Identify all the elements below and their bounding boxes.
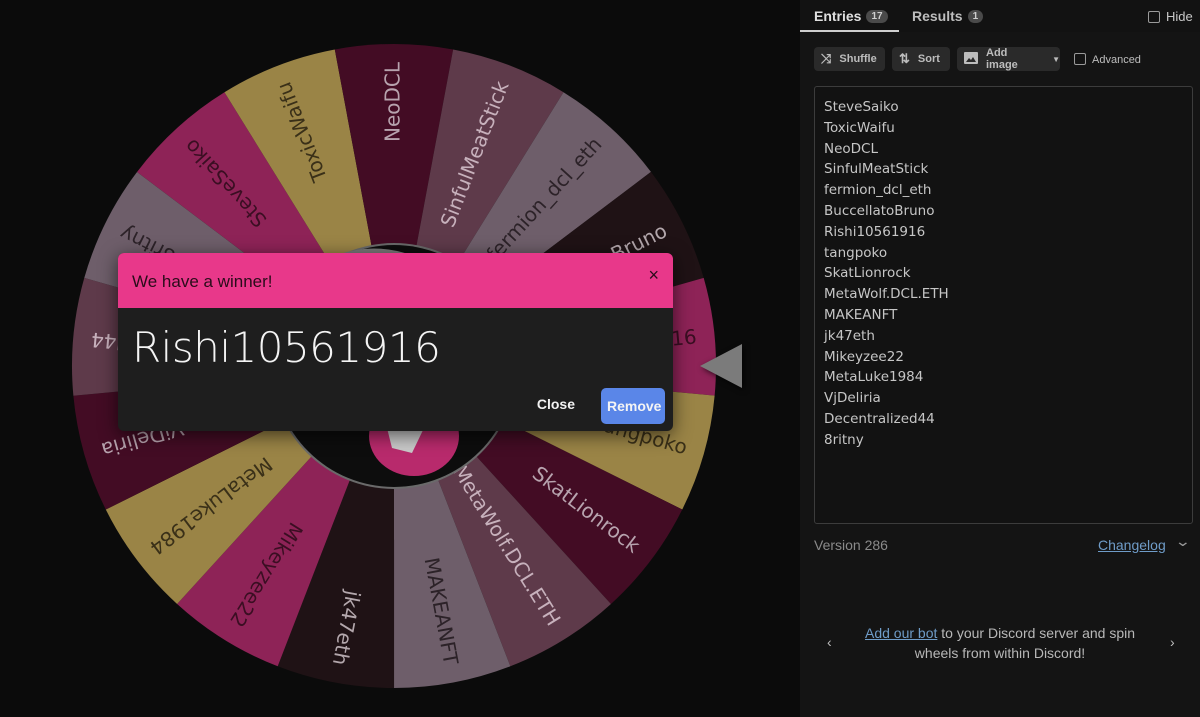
version-label: Version 286 xyxy=(814,537,888,553)
entry-item: Decentralized44 xyxy=(824,410,935,427)
entry-item: NeoDCL xyxy=(824,140,879,157)
chevron-down-icon[interactable]: ⌄ xyxy=(1175,533,1191,550)
shuffle-icon: ⤨ xyxy=(821,51,832,66)
entry-item: Mikeyzee22 xyxy=(824,348,904,365)
entry-item: SkatLionrock xyxy=(824,265,911,282)
checkbox-icon xyxy=(1148,11,1160,23)
entry-item: SinfulMeatStick xyxy=(824,161,929,178)
entry-item: Rishi10561916 xyxy=(824,223,926,240)
tab-entries-label: Entries xyxy=(814,8,862,24)
entry-item: fermion_dcl_eth xyxy=(824,182,932,199)
entries-list: SteveSaiko ToxicWaifu NeoDCL SinfulMeatStic… xyxy=(815,87,1192,451)
entries-count-badge: 17 xyxy=(866,10,888,23)
entry-item: MAKEANFT xyxy=(824,306,898,323)
tab-entries[interactable]: Entries 17 xyxy=(814,8,888,24)
dropdown-caret-icon[interactable]: ▼ xyxy=(1052,55,1060,64)
discord-promo: Add our bot to your Discord server and s… xyxy=(860,623,1140,663)
entries-textarea[interactable]: SteveSaiko ToxicWaifu NeoDCL SinfulMeatStic… xyxy=(814,86,1193,524)
dialog-title: We have a winner! xyxy=(132,272,273,291)
add-image-button[interactable]: Add image ▼ xyxy=(957,47,1060,71)
entry-item: SteveSaiko xyxy=(824,99,899,115)
entry-item: MetaLuke1984 xyxy=(824,369,924,386)
entry-item: ToxicWaifu xyxy=(824,119,895,136)
advanced-label: Advanced xyxy=(1092,54,1141,66)
wheel-segment-label: NeoDCL xyxy=(380,61,404,142)
entry-item: VjDeliria xyxy=(824,390,881,407)
add-bot-link[interactable]: Add our bot xyxy=(865,625,937,641)
tab-results-label: Results xyxy=(912,8,963,24)
sort-icon: ⇅ xyxy=(899,51,910,66)
image-icon xyxy=(964,51,978,67)
shuffle-label: Shuffle xyxy=(839,53,877,65)
checkbox-icon xyxy=(1074,53,1086,65)
promo-text: to your Discord server and spin wheels f… xyxy=(914,625,1136,661)
winner-name: Rishi10561916 xyxy=(132,323,441,372)
chevron-right-icon[interactable]: › xyxy=(1170,634,1175,650)
close-icon[interactable]: × xyxy=(648,265,659,286)
sort-label: Sort xyxy=(917,53,940,65)
close-button[interactable]: Close xyxy=(529,390,583,418)
active-tab-indicator xyxy=(800,30,899,32)
tab-results[interactable]: Results 1 xyxy=(912,8,984,24)
chevron-left-icon[interactable]: ‹ xyxy=(827,634,832,650)
dialog-header: We have a winner! × xyxy=(118,253,673,308)
sort-button[interactable]: ⇅ Sort xyxy=(892,47,950,71)
hide-label: Hide xyxy=(1166,9,1193,24)
entry-item: tangpoko xyxy=(824,244,888,261)
winner-dialog: We have a winner! × Rishi10561916 Close … xyxy=(118,253,673,431)
add-image-label: Add image xyxy=(986,47,1018,71)
wheel-pointer-icon xyxy=(700,344,742,388)
hide-checkbox[interactable]: Hide xyxy=(1148,9,1193,24)
entries-panel: Entries 17 Results 1 Hide ⤨ Shuffle ⇅ Sort… xyxy=(800,0,1200,717)
entry-item: jk47eth xyxy=(824,327,875,344)
advanced-checkbox[interactable]: Advanced xyxy=(1074,53,1141,66)
remove-button[interactable]: Remove xyxy=(601,388,665,424)
tab-bar: Entries 17 Results 1 Hide xyxy=(800,0,1200,32)
entry-item: BuccellatoBruno xyxy=(824,202,935,219)
entry-item: 8ritny xyxy=(824,431,864,448)
changelog-link[interactable]: Changelog xyxy=(1098,537,1166,553)
results-count-badge: 1 xyxy=(967,10,984,23)
shuffle-button[interactable]: ⤨ Shuffle xyxy=(814,47,885,71)
entry-item: MetaWolf.DCL.ETH xyxy=(824,286,949,303)
